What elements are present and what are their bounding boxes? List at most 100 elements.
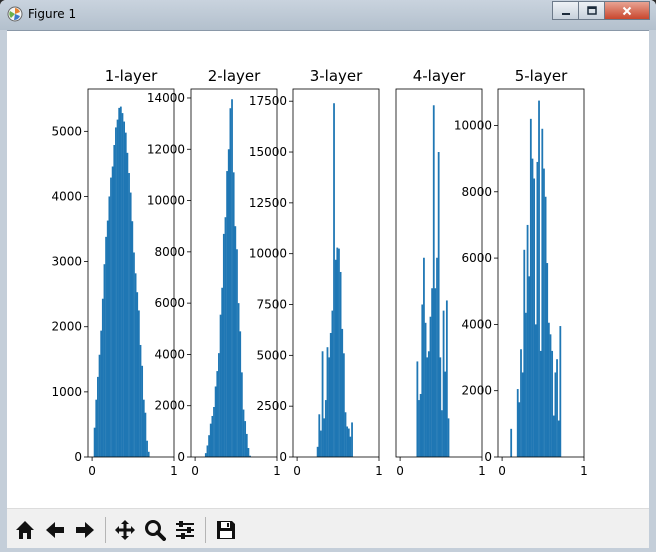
histogram-bar (214, 386, 217, 457)
y-tick-label: 10000 (147, 194, 185, 208)
histogram-bar (347, 428, 350, 457)
y-tick-label: 4000 (461, 317, 492, 331)
save-button[interactable] (212, 516, 240, 544)
arrow-right-icon (76, 522, 94, 538)
histogram-bar (119, 106, 122, 457)
back-button[interactable] (41, 516, 69, 544)
histogram-bar (97, 376, 99, 457)
y-tick-label: 0 (74, 450, 82, 464)
histogram-bar (116, 119, 119, 458)
histogram-bar (516, 389, 519, 457)
histogram-bar (554, 372, 557, 457)
move-icon (115, 520, 135, 540)
histogram-bar (528, 276, 531, 457)
subplot-title: 1-layer (105, 67, 158, 85)
y-tick-label: 17500 (249, 94, 287, 108)
home-icon (16, 521, 34, 539)
subplot-title: 3-layer (310, 67, 363, 85)
histogram-bar (556, 359, 558, 457)
histogram-bar (136, 292, 139, 457)
zoom-button[interactable] (141, 516, 169, 544)
histogram-bar (134, 273, 137, 457)
histogram-bar (416, 361, 419, 457)
x-tick-label: 0 (293, 464, 301, 478)
histogram-bar (98, 354, 101, 457)
floppy-icon (217, 521, 235, 539)
window-controls (552, 1, 650, 21)
y-tick-label: 10000 (249, 247, 287, 261)
histogram-bar (547, 322, 550, 457)
histogram-bar (222, 233, 225, 457)
configure-subplots-button[interactable] (171, 516, 199, 544)
histogram-panel: 2-layer0 10200040006000800010000120001400… (147, 67, 281, 478)
window-frame-left (0, 30, 7, 552)
figure-window: Figure 1 1-layer 0 1 0 1000 2000 3000 4000 5000 2… (0, 0, 656, 552)
minimize-button[interactable] (552, 1, 579, 20)
histogram-bar (137, 310, 140, 457)
y-tick-label: 15000 (249, 145, 287, 159)
y-tick-label: 4000 (154, 347, 185, 361)
histogram-bar (232, 172, 235, 457)
y-tick-label: 8000 (461, 185, 492, 199)
histogram-bar (141, 365, 144, 457)
histogram-bar (229, 108, 232, 457)
histogram-bar (146, 440, 148, 457)
pan-button[interactable] (111, 516, 139, 544)
forward-button[interactable] (71, 516, 99, 544)
maximize-icon (586, 5, 597, 15)
histogram-bar (216, 371, 219, 457)
histogram-bar (131, 221, 134, 457)
histogram-bar (331, 310, 334, 457)
histogram-bar (549, 334, 552, 457)
maximize-button[interactable] (578, 1, 605, 20)
histogram-bar (213, 406, 215, 457)
histogram-bar (106, 220, 109, 457)
histogram-bar (133, 252, 135, 457)
histogram-bar (439, 357, 442, 457)
histogram-bar (139, 344, 142, 457)
histogram-bar (543, 168, 545, 457)
close-button[interactable] (604, 1, 650, 20)
histogram-bar (424, 322, 427, 457)
histogram-bar (349, 436, 352, 457)
histogram-bar (544, 196, 547, 457)
histogram-bar (421, 304, 424, 457)
histogram-bar (429, 316, 432, 457)
histogram-bar (324, 400, 327, 457)
x-tick-label: 1 (273, 464, 281, 478)
histogram-bar (557, 420, 560, 457)
histogram-bar (533, 178, 536, 457)
title-bar[interactable]: Figure 1 (0, 0, 656, 31)
histogram-bar (240, 372, 243, 457)
subplot-title: 5-layer (515, 67, 568, 85)
histogram-bar (520, 349, 522, 457)
histogram-bar (247, 448, 250, 457)
x-tick-label: 1 (375, 464, 383, 478)
histogram-bar (342, 353, 345, 457)
toolbar-separator (105, 517, 106, 543)
histogram-bar (541, 128, 544, 457)
histogram-bar (441, 410, 443, 457)
y-tick-label: 14000 (147, 91, 185, 105)
histogram-bar (123, 121, 126, 457)
histogram-bar (129, 192, 132, 457)
histogram-bar (534, 324, 537, 457)
home-button[interactable] (11, 516, 39, 544)
y-tick-label: 8000 (154, 245, 185, 259)
figure-canvas[interactable]: 1-layer 0 1 0 1000 2000 3000 4000 5000 2-layer 0 1 0… (7, 31, 649, 508)
histogram-bar (221, 287, 224, 457)
histogram-bar (95, 399, 98, 457)
y-tick-label: 2000 (461, 384, 492, 398)
histogram-bar (432, 105, 435, 458)
histogram-bar (559, 326, 562, 457)
histogram-bar (526, 224, 529, 457)
y-tick-label: 1000 (51, 385, 82, 399)
histogram-bar (427, 351, 430, 457)
histogram-bar (418, 400, 420, 457)
histogram-bar (236, 249, 238, 457)
histogram-bar (510, 428, 513, 457)
histogram-bar (538, 100, 540, 457)
histogram-bar (244, 421, 247, 457)
histogram-bar (318, 414, 321, 457)
histogram-bar (320, 430, 322, 457)
